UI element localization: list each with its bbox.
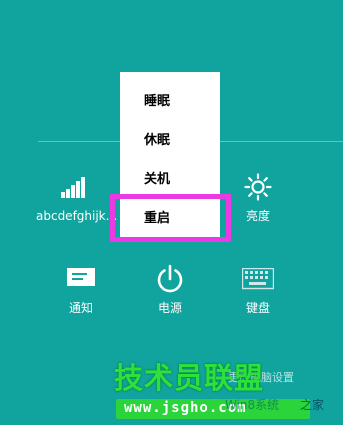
- watermark-side-text: 之家: [300, 398, 325, 412]
- network-label: abcdefghijk...: [36, 209, 118, 223]
- brightness-icon: [236, 170, 280, 204]
- restart-highlight-box: [110, 194, 231, 242]
- menu-item-sleep[interactable]: 睡眠: [120, 82, 220, 121]
- watermark-win-text: Win8系统: [225, 398, 280, 412]
- watermark-title: 技术员联盟: [114, 361, 265, 395]
- notifications-tile[interactable]: 通知: [52, 262, 110, 316]
- network-tile[interactable]: abcdefghijk...: [36, 170, 118, 224]
- keyboard-tile[interactable]: 键盘: [232, 262, 284, 316]
- keyboard-icon: [232, 262, 284, 296]
- brightness-tile[interactable]: 亮度: [236, 170, 280, 224]
- menu-item-hibernate[interactable]: 休眠: [120, 121, 220, 160]
- power-label: 电源: [157, 301, 182, 315]
- keyboard-label: 键盘: [245, 301, 270, 315]
- wifi-signal-icon: [36, 170, 112, 204]
- notification-icon: [52, 262, 110, 296]
- notifications-label: 通知: [68, 301, 93, 315]
- brightness-label: 亮度: [245, 209, 270, 223]
- power-icon: [146, 262, 194, 296]
- power-tile[interactable]: 电源: [146, 262, 194, 316]
